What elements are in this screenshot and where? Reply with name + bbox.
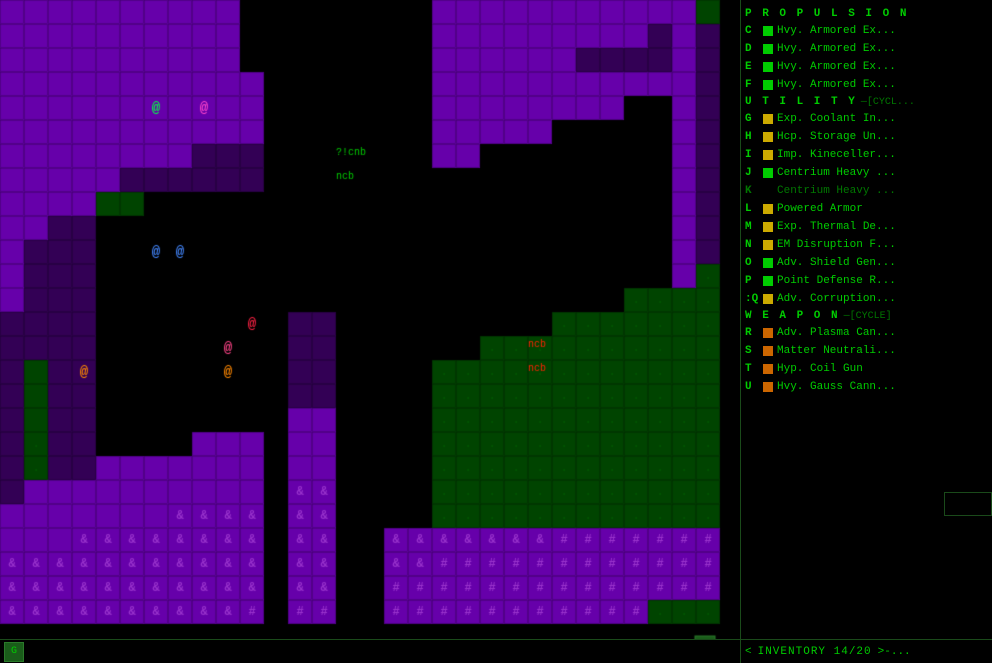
status-dot-c bbox=[763, 26, 773, 36]
propulsion-item-c[interactable]: C Hvy. Armored Ex... bbox=[745, 22, 988, 40]
weapon-item-u[interactable]: U Hvy. Gauss Cann... bbox=[745, 378, 988, 396]
status-dot-j bbox=[763, 168, 773, 178]
weapon-item-t[interactable]: T Hyp. Coil Gun bbox=[745, 360, 988, 378]
sidebar: P R O P U L S I O N C Hvy. Armored Ex...… bbox=[740, 0, 992, 663]
utility-item-h[interactable]: H Hcp. Storage Un... bbox=[745, 128, 988, 146]
status-dot-t bbox=[763, 364, 773, 374]
status-dot-h bbox=[763, 132, 773, 142]
utility-item-k[interactable]: K Centrium Heavy ... bbox=[745, 182, 988, 200]
game-map bbox=[0, 0, 740, 639]
utility-section-header: U T I L I T Y —[CYCL... bbox=[745, 96, 988, 108]
status-dot-o bbox=[763, 258, 773, 268]
status-dot-d bbox=[763, 44, 773, 54]
sidebar-bottom-bar: < INVENTORY 14/20 >-... bbox=[741, 639, 992, 663]
utility-item-m[interactable]: M Exp. Thermal De... bbox=[745, 218, 988, 236]
status-dot-l bbox=[763, 204, 773, 214]
status-dot-m bbox=[763, 222, 773, 232]
propulsion-item-d[interactable]: D Hvy. Armored Ex... bbox=[745, 40, 988, 58]
status-dot-u bbox=[763, 382, 773, 392]
utility-item-p[interactable]: P Point Defense R... bbox=[745, 272, 988, 290]
status-dot-k bbox=[763, 186, 773, 196]
weapon-item-s[interactable]: S Matter Neutrali... bbox=[745, 342, 988, 360]
status-dot-f bbox=[763, 80, 773, 90]
utility-item-g[interactable]: G Exp. Coolant In... bbox=[745, 110, 988, 128]
status-dot-i bbox=[763, 150, 773, 160]
propulsion-item-f[interactable]: F Hvy. Armored Ex... bbox=[745, 76, 988, 94]
propulsion-item-e[interactable]: E Hvy. Armored Ex... bbox=[745, 58, 988, 76]
status-dot-p bbox=[763, 276, 773, 286]
utility-item-j[interactable]: J Centrium Heavy ... bbox=[745, 164, 988, 182]
utility-item-i[interactable]: I Imp. Kineceller... bbox=[745, 146, 988, 164]
utility-item-n[interactable]: N EM Disruption F... bbox=[745, 236, 988, 254]
utility-item-o[interactable]: O Adv. Shield Gen... bbox=[745, 254, 988, 272]
utility-item-q[interactable]: :Q Adv. Corruption... bbox=[745, 290, 988, 308]
game-area bbox=[0, 0, 740, 663]
weapon-item-r[interactable]: R Adv. Plasma Can... bbox=[745, 324, 988, 342]
game-bottom-icon: G bbox=[4, 642, 24, 662]
status-dot-n bbox=[763, 240, 773, 250]
status-dot-e bbox=[763, 62, 773, 72]
propulsion-header: P R O P U L S I O N bbox=[745, 8, 988, 20]
status-dot-s bbox=[763, 346, 773, 356]
weapon-section-header: W E A P O N —[CYCLE] bbox=[745, 310, 988, 322]
cannon-label bbox=[944, 492, 992, 516]
status-dot-r bbox=[763, 328, 773, 338]
nav-arrow-left[interactable]: < bbox=[745, 646, 752, 658]
game-bottom-bar: G bbox=[0, 639, 740, 663]
nav-arrow-right[interactable]: >-... bbox=[878, 646, 911, 658]
status-dot-g bbox=[763, 114, 773, 124]
status-dot-q bbox=[763, 294, 773, 304]
inventory-label: INVENTORY 14/20 bbox=[758, 646, 872, 658]
utility-item-l[interactable]: L Powered Armor bbox=[745, 200, 988, 218]
